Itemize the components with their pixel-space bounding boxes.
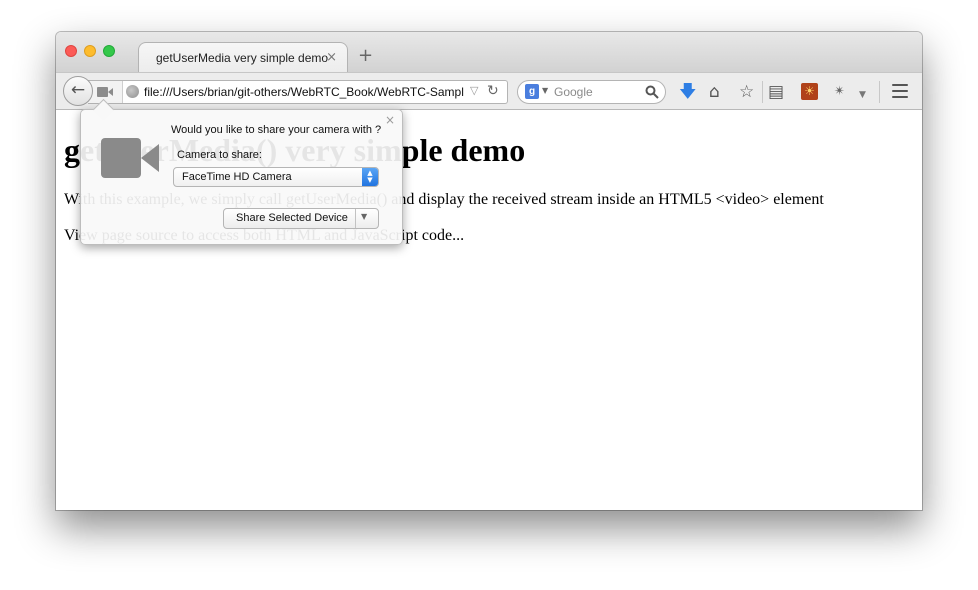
share-button-divider xyxy=(355,209,356,228)
home-icon[interactable]: ⌂ xyxy=(709,82,720,102)
navigation-toolbar: ← file:///Users/brian/git-others/WebRTC_… xyxy=(56,72,922,110)
new-tab-button[interactable]: + xyxy=(358,46,373,66)
extension-dropdown-icon[interactable]: ▼ xyxy=(859,85,866,105)
search-input[interactable]: Google xyxy=(554,85,593,99)
tab-close-icon[interactable]: × xyxy=(326,50,337,65)
share-question: Would you like to share your camera with… xyxy=(171,124,382,136)
toolbar-separator xyxy=(879,81,880,103)
tab-title: getUserMedia very simple demo xyxy=(156,51,329,65)
title-bar: getUserMedia very simple demo × + xyxy=(56,32,922,73)
search-engine-dropdown-icon[interactable]: ▼ xyxy=(542,86,548,95)
share-options-dropdown-icon[interactable]: ▼ xyxy=(361,212,367,221)
camera-permission-popup: × Would you like to share your camera wi… xyxy=(80,98,403,245)
share-button-label: Share Selected Device xyxy=(236,212,348,224)
browser-window: getUserMedia very simple demo × + ← file… xyxy=(56,32,922,510)
browser-tab[interactable]: getUserMedia very simple demo × xyxy=(138,42,348,73)
extension-icon[interactable]: ☀ xyxy=(801,83,818,100)
window-zoom-button[interactable] xyxy=(103,45,115,57)
camera-select[interactable]: FaceTime HD Camera ▲ ▼ xyxy=(173,167,379,187)
globe-icon xyxy=(126,85,139,98)
url-text[interactable]: file:///Users/brian/git-others/WebRTC_Bo… xyxy=(144,85,466,99)
select-arrows-icon: ▲ ▼ xyxy=(362,168,378,186)
camera-select-label: Camera to share: xyxy=(177,149,262,161)
camera-icon xyxy=(101,138,159,178)
camera-permission-icon[interactable] xyxy=(88,81,123,103)
url-bar[interactable]: file:///Users/brian/git-others/WebRTC_Bo… xyxy=(88,80,508,104)
menu-icon[interactable] xyxy=(892,84,908,102)
extension-icon-2[interactable]: ✴ xyxy=(834,82,845,102)
url-history-dropdown-icon[interactable]: ▽ xyxy=(470,84,478,97)
search-engine-icon[interactable]: g xyxy=(525,84,539,99)
popup-close-icon[interactable]: × xyxy=(385,113,395,127)
window-close-button[interactable] xyxy=(65,45,77,57)
toolbar-separator xyxy=(762,81,763,103)
camera-select-value: FaceTime HD Camera xyxy=(182,171,292,183)
download-icon[interactable]: 🡇 xyxy=(679,82,696,102)
reading-list-icon[interactable]: ▤ xyxy=(768,82,784,102)
bookmark-star-icon[interactable]: ☆ xyxy=(739,82,754,102)
search-bar[interactable]: g ▼ Google xyxy=(517,80,666,104)
search-icon[interactable] xyxy=(645,85,659,99)
back-button[interactable]: ← xyxy=(63,76,93,106)
reload-icon[interactable]: ↻ xyxy=(487,83,499,99)
window-minimize-button[interactable] xyxy=(84,45,96,57)
share-device-button[interactable]: Share Selected Device ▼ xyxy=(223,208,379,229)
